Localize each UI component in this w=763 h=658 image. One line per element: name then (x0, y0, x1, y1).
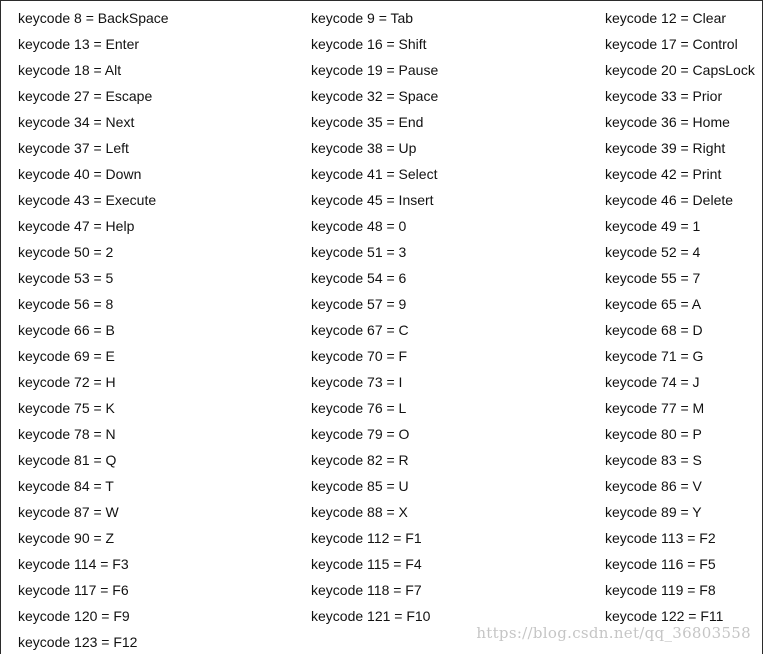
keycode-entry: keycode 84 = T (18, 478, 114, 494)
keycode-entry: keycode 18 = Alt (18, 62, 122, 78)
keycode-entry: keycode 77 = M (605, 400, 705, 416)
keycode-entry: keycode 113 = F2 (605, 530, 716, 546)
keycode-entry: keycode 79 = O (311, 426, 410, 442)
keycode-entry: keycode 112 = F1 (311, 530, 422, 546)
keycode-entry: keycode 20 = CapsLock (605, 62, 755, 78)
keycode-entry: keycode 32 = Space (311, 88, 439, 104)
keycode-entry: keycode 49 = 1 (605, 218, 701, 234)
keycode-entry: keycode 85 = U (311, 478, 409, 494)
keycode-entry: keycode 90 = Z (18, 530, 115, 546)
keycode-entry: keycode 117 = F6 (18, 582, 129, 598)
keycode-entry: keycode 53 = 5 (18, 270, 114, 286)
keycode-entry: keycode 80 = P (605, 426, 702, 442)
keycode-entry: keycode 76 = L (311, 400, 407, 416)
keycode-entry: keycode 72 = H (18, 374, 116, 390)
keycode-entry: keycode 57 = 9 (311, 296, 407, 312)
keycode-entry: keycode 41 = Select (311, 166, 438, 182)
keycode-entry: keycode 40 = Down (18, 166, 142, 182)
keycode-entry: keycode 66 = B (18, 322, 115, 338)
keycode-entry: keycode 55 = 7 (605, 270, 701, 286)
keycode-entry: keycode 48 = 0 (311, 218, 407, 234)
keycode-entry: keycode 47 = Help (18, 218, 135, 234)
keycode-entry: keycode 12 = Clear (605, 10, 727, 26)
keycode-entry: keycode 119 = F8 (605, 582, 716, 598)
keycode-entry: keycode 86 = V (605, 478, 702, 494)
keycode-entry: keycode 46 = Delete (605, 192, 734, 208)
keycode-entry: keycode 70 = F (311, 348, 408, 364)
keycode-entry: keycode 115 = F4 (311, 556, 422, 572)
keycode-entry: keycode 74 = J (605, 374, 700, 390)
keycode-entry: keycode 56 = 8 (18, 296, 114, 312)
watermark: https://blog.csdn.net/qq_36803558 (476, 624, 751, 642)
keycode-entry: keycode 54 = 6 (311, 270, 407, 286)
keycode-table: keycode 8 = BackSpace keycode 9 = Tab keyc… (18, 8, 763, 658)
keycode-entry: keycode 13 = Enter (18, 36, 140, 52)
keycode-entry: keycode 38 = Up (311, 140, 417, 156)
keycode-entry: keycode 68 = D (605, 322, 703, 338)
keycode-entry: keycode 8 = BackSpace (18, 10, 169, 26)
keycode-entry: keycode 17 = Control (605, 36, 738, 52)
keycode-entry: keycode 34 = Next (18, 114, 135, 130)
keycode-entry: keycode 45 = Insert (311, 192, 434, 208)
keycode-entry: keycode 78 = N (18, 426, 116, 442)
keycode-entry: keycode 123 = F12 (18, 634, 138, 650)
keycode-entry: keycode 19 = Pause (311, 62, 439, 78)
keycode-entry: keycode 36 = Home (605, 114, 730, 130)
keycode-entry: keycode 83 = S (605, 452, 702, 468)
keycode-entry: keycode 120 = F9 (18, 608, 130, 624)
keycode-entry: keycode 65 = A (605, 296, 702, 312)
keycode-entry: keycode 71 = G (605, 348, 704, 364)
keycode-entry: keycode 75 = K (18, 400, 115, 416)
keycode-entry: keycode 118 = F7 (311, 582, 422, 598)
keycode-entry: keycode 39 = Right (605, 140, 726, 156)
keycode-entry: keycode 43 = Execute (18, 192, 157, 208)
keycode-entry: keycode 35 = End (311, 114, 424, 130)
keycode-entry: keycode 16 = Shift (311, 36, 427, 52)
keycode-entry: keycode 116 = F5 (605, 556, 716, 572)
keycode-entry: keycode 73 = I (311, 374, 403, 390)
keycode-entry: keycode 82 = R (311, 452, 409, 468)
keycode-entry: keycode 114 = F3 (18, 556, 129, 572)
keycode-entry: keycode 89 = Y (605, 504, 702, 520)
keycode-entry: keycode 67 = C (311, 322, 409, 338)
keycode-entry: keycode 81 = Q (18, 452, 117, 468)
keycode-entry: keycode 27 = Escape (18, 88, 153, 104)
keycode-entry: keycode 50 = 2 (18, 244, 114, 260)
keycode-entry: keycode 42 = Print (605, 166, 722, 182)
keycode-entry: keycode 87 = W (18, 504, 119, 520)
keycode-entry: keycode 37 = Left (18, 140, 129, 156)
keycode-entry: keycode 88 = X (311, 504, 408, 520)
keycode-entry: keycode 52 = 4 (605, 244, 701, 260)
keycode-entry: keycode 51 = 3 (311, 244, 407, 260)
keycode-entry: keycode 9 = Tab (311, 10, 414, 26)
keycode-entry: keycode 33 = Prior (605, 88, 723, 104)
keycode-entry: keycode 69 = E (18, 348, 115, 364)
